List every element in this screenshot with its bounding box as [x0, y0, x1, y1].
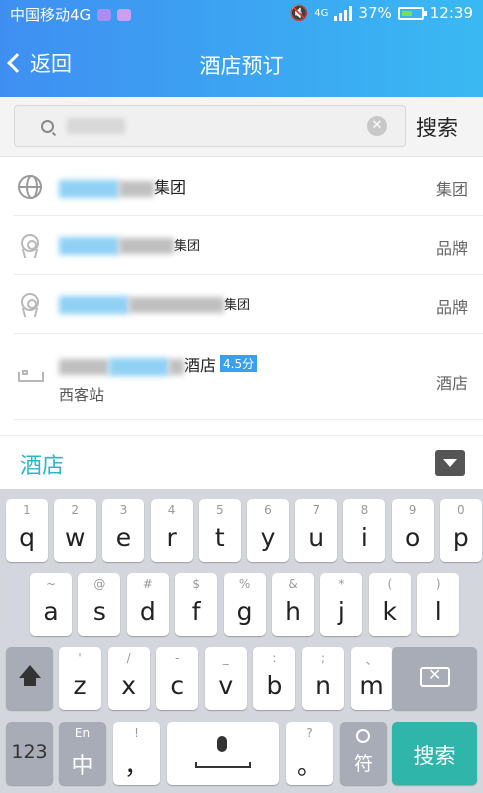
shift-icon — [19, 665, 41, 678]
numbers-key[interactable]: 123 — [6, 722, 53, 785]
signal-icon — [334, 5, 353, 21]
award-icon — [18, 234, 42, 258]
key-i[interactable]: 8i — [343, 499, 386, 562]
suggestion-type: 酒店 — [435, 374, 468, 393]
key-k[interactable]: (k — [368, 573, 411, 636]
search-button[interactable]: 搜索 — [416, 112, 458, 142]
suggestion-item[interactable]: 集团 品牌 — [14, 275, 483, 334]
suggestion-item[interactable]: 酒店 4.5分 西客站 酒店 — [14, 334, 483, 420]
language-label: 中 — [71, 754, 94, 779]
blurred-text — [129, 296, 224, 313]
symbol-label: 符 — [353, 753, 373, 775]
chevron-down-icon[interactable] — [435, 450, 465, 476]
navigation-bar: 返回 酒店预订 — [0, 28, 483, 97]
blurred-text — [109, 357, 169, 376]
key-r[interactable]: 4r — [150, 499, 193, 562]
key-t[interactable]: 5t — [198, 499, 241, 562]
blurred-text — [59, 179, 119, 198]
suggestion-text: 酒店 — [184, 356, 217, 375]
key-b[interactable]: :b — [253, 647, 296, 710]
language-hint: En — [74, 726, 91, 740]
image-notification-icon — [117, 8, 132, 21]
key-y[interactable]: 6y — [247, 499, 289, 562]
space-key[interactable] — [167, 722, 279, 785]
blurred-text — [59, 295, 129, 314]
language-key[interactable]: En 中 — [59, 722, 106, 785]
key-w[interactable]: 2w — [54, 499, 97, 562]
key-c[interactable]: -c — [156, 647, 199, 710]
clear-icon[interactable]: ✕ — [367, 116, 387, 136]
suggestion-subtitle: 西客站 — [59, 386, 105, 404]
key-a[interactable]: ~ a — [30, 573, 72, 636]
award-icon — [18, 293, 42, 317]
backspace-key[interactable]: ✕ — [392, 647, 477, 710]
rating-badge: 4.5分 — [220, 355, 258, 372]
battery-icon — [397, 6, 427, 20]
blurred-text — [59, 236, 119, 255]
enter-search-key[interactable]: 搜索 — [392, 722, 477, 785]
key-g[interactable]: % g — [223, 573, 266, 636]
symbol-key[interactable]: 符 — [340, 722, 387, 785]
blurred-text — [169, 358, 184, 375]
key-v[interactable]: _ v — [204, 647, 247, 710]
page-title: 酒店预订 — [199, 54, 284, 78]
suggestion-type: 品牌 — [435, 239, 468, 258]
globe-icon — [18, 175, 42, 199]
soft-keyboard: 1 q 2 w 3 e 4 r 5 t 6 y 7 u 8 i 9 o 0 p ~ a @ s # d $ f% g & h * j(k) l ' z… — [0, 489, 483, 793]
battery-percent: 37% — [358, 4, 392, 22]
blurred-text — [59, 358, 109, 375]
search-field[interactable]: ✕ — [14, 105, 406, 147]
key-n[interactable]: ; n — [302, 647, 344, 710]
category-selector[interactable]: 酒店 — [0, 435, 483, 489]
period-key[interactable]: ? 。 — [286, 722, 333, 785]
key-p[interactable]: 0p — [439, 499, 482, 562]
suggestion-text: 集团 — [174, 239, 201, 254]
suggestion-list: 集团 集团 集团 品牌 集团 品牌 酒店 4.5分 西客站 酒店 — [0, 157, 483, 420]
key-h[interactable]: & h — [272, 573, 314, 636]
key-z[interactable]: ' z — [59, 647, 101, 710]
suggestion-type: 集团 — [435, 180, 468, 199]
shift-key[interactable] — [6, 647, 53, 710]
key-m[interactable]: 、 m — [350, 647, 393, 710]
key-j[interactable]: * j — [320, 573, 363, 636]
suggestion-item[interactable]: 集团 集团 — [14, 157, 483, 216]
key-q[interactable]: 1q — [6, 499, 48, 562]
key-l[interactable]: ) l — [417, 573, 460, 636]
carrier-label: 中国移动4G — [10, 6, 92, 24]
network-type-label: 4G — [314, 7, 329, 19]
key-e[interactable]: 3e — [102, 499, 145, 562]
blurred-text — [119, 237, 174, 254]
suggestion-text: 集团 — [154, 178, 187, 197]
key-x[interactable]: / x — [107, 647, 150, 710]
suggestion-item[interactable]: 集团 品牌 — [14, 216, 483, 275]
search-input[interactable] — [65, 112, 365, 140]
notification-icon — [97, 8, 112, 21]
top-header: 中国移动4G 🔇 4G 37% 12:39 返回 酒店预订 — [0, 0, 483, 97]
emoji-icon — [356, 729, 370, 743]
numbers-label: 123 — [11, 741, 48, 763]
key-d[interactable]: # d — [126, 573, 169, 636]
clock: 12:39 — [429, 4, 473, 22]
key-u[interactable]: 7u — [295, 499, 338, 562]
suggestion-type: 品牌 — [435, 298, 468, 317]
key-s[interactable]: @ s — [78, 573, 121, 636]
search-bar: ✕ 搜索 — [0, 97, 483, 157]
category-label: 酒店 — [20, 454, 65, 479]
key-f[interactable]: $ f — [175, 573, 218, 636]
comma-key[interactable]: ! ， — [113, 722, 160, 785]
key-o[interactable]: 9o — [391, 499, 434, 562]
status-bar: 中国移动4G 🔇 4G 37% 12:39 — [0, 0, 483, 28]
search-icon — [41, 120, 54, 133]
suggestion-text: 集团 — [224, 298, 251, 313]
mute-icon: 🔇 — [289, 4, 309, 22]
enter-label: 搜索 — [413, 744, 456, 768]
blurred-text — [119, 180, 154, 197]
microphone-icon — [217, 736, 227, 752]
bed-icon — [18, 364, 44, 388]
